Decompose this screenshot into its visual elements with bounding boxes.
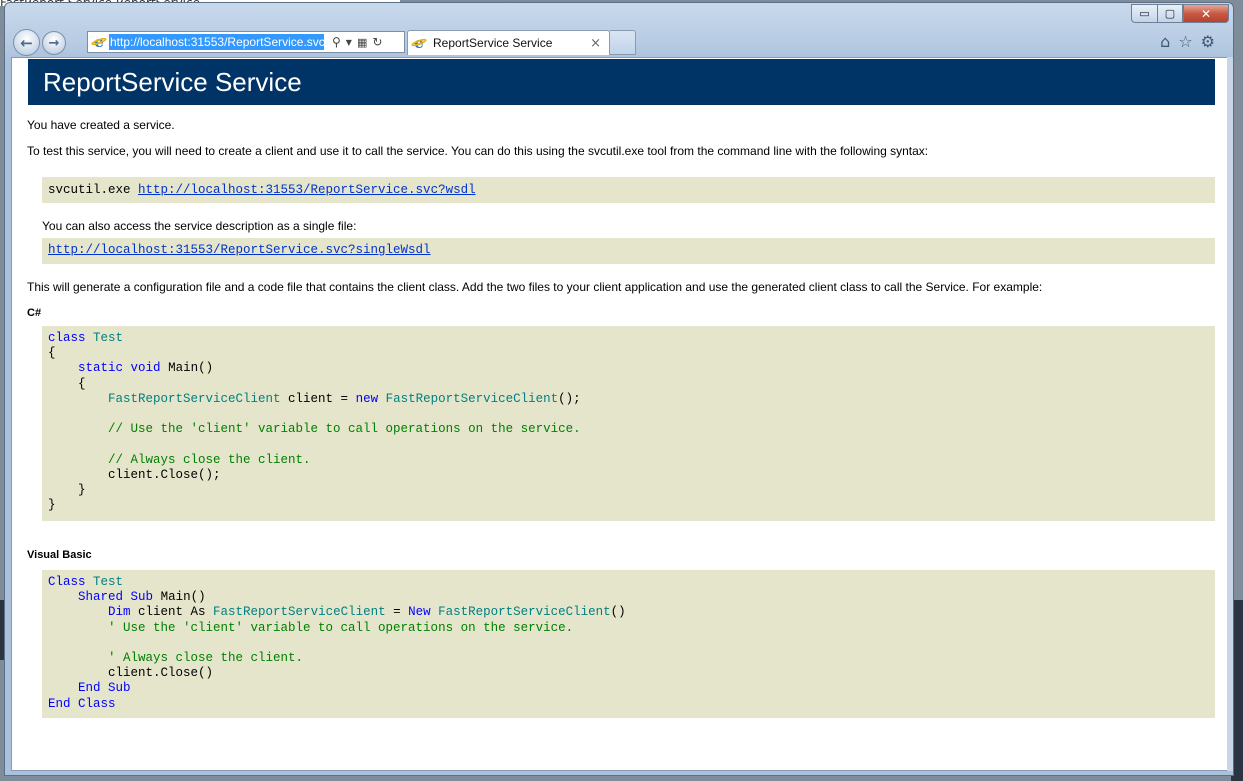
csharp-code-block: class Test { static void Main() { FastRe…: [42, 326, 1215, 521]
code-type: Test: [93, 575, 124, 589]
window-frame-edge: [1227, 57, 1233, 771]
code-text: client As: [130, 605, 214, 620]
code-text: ();: [558, 391, 581, 406]
code-comment: // Always close the client.: [48, 452, 311, 467]
code-line: {: [48, 376, 86, 391]
code-comment: ' Use the 'client' variable to call oper…: [48, 620, 574, 635]
page-content: ReportService Service You have created a…: [12, 58, 1227, 718]
minimize-button[interactable]: ▭: [1131, 4, 1157, 23]
tab-close-icon[interactable]: ×: [590, 36, 601, 51]
single-wsdl-code-block: http://localhost:31553/ReportService.svc…: [42, 238, 1215, 264]
close-window-button[interactable]: ✕: [1183, 4, 1229, 23]
navigation-bar: ← → e http://localhost:31553/ReportServi…: [11, 29, 1221, 57]
code-keyword: new: [355, 391, 379, 406]
code-text: Main(): [153, 590, 206, 605]
forward-button[interactable]: →: [42, 31, 66, 55]
new-tab-button[interactable]: [610, 30, 636, 55]
code-line: }: [48, 483, 86, 498]
tab-reportservice[interactable]: e ReportService Service ×: [407, 30, 610, 55]
ie-tab-icon: e: [411, 34, 427, 52]
back-button[interactable]: ←: [13, 29, 40, 56]
refresh-icon[interactable]: ↻: [372, 35, 382, 49]
maximize-button[interactable]: ▢: [1157, 4, 1183, 23]
code-keyword: Class: [48, 575, 86, 589]
svcutil-code-block: svcutil.exe http://localhost:31553/Repor…: [42, 177, 1215, 203]
code-line: {: [48, 346, 56, 361]
page-title: ReportService Service: [28, 59, 1215, 105]
favorites-star-icon[interactable]: ☆: [1178, 32, 1192, 51]
code-comment: ' Always close the client.: [48, 651, 304, 666]
visual-basic-label: Visual Basic: [27, 549, 92, 561]
code-text: =: [385, 605, 409, 620]
code-comment: // Use the 'client' variable to call ope…: [48, 422, 581, 437]
address-bar[interactable]: e http://localhost:31553/ReportService.s…: [87, 31, 405, 53]
ie-page-icon: e: [91, 33, 107, 51]
arrow-left-icon: ←: [20, 33, 33, 52]
code-line: }: [48, 498, 56, 513]
wsdl-link[interactable]: http://localhost:31553/ReportService.svc…: [138, 183, 476, 197]
tab-title: ReportService Service: [433, 36, 553, 50]
browser-window: ▭ ▢ ✕ ← → e http://localhost:31553/Repor…: [4, 2, 1234, 776]
single-wsdl-link[interactable]: http://localhost:31553/ReportService.svc…: [48, 243, 431, 257]
search-icon[interactable]: ⚲: [332, 35, 341, 49]
code-type: FastReportServiceClient: [438, 605, 611, 620]
intro-text: You have created a service.: [27, 118, 175, 132]
page-viewport: ReportService Service You have created a…: [11, 57, 1230, 771]
code-keyword: static: [78, 361, 124, 376]
vb-code-block: Class Test Shared Sub Main() Dim client …: [42, 570, 1215, 718]
url-input[interactable]: http://localhost:31553/ReportService.svc: [109, 34, 324, 50]
test-instructions-text: To test this service, you will need to c…: [27, 144, 929, 158]
code-keyword: Class: [78, 696, 116, 711]
code-keyword: End: [78, 681, 101, 696]
code-line: client.Close();: [48, 467, 221, 482]
generate-text: This will generate a configuration file …: [27, 280, 1043, 294]
code-keyword: New: [408, 605, 431, 620]
arrow-right-icon: →: [48, 35, 60, 51]
code-keyword: End: [48, 696, 71, 711]
home-icon[interactable]: ⌂: [1160, 32, 1170, 51]
code-line: client.Close(): [48, 666, 214, 681]
dropdown-icon[interactable]: ▼: [346, 38, 352, 47]
code-keyword: Sub: [108, 681, 131, 696]
code-keyword: void: [130, 361, 161, 376]
code-type: FastReportServiceClient: [108, 391, 281, 406]
code-type: FastReportServiceClient: [213, 605, 386, 620]
code-keyword: class: [48, 331, 86, 345]
gear-icon[interactable]: ⚙: [1201, 32, 1215, 51]
compatibility-view-icon[interactable]: ▦: [357, 36, 367, 49]
code-text: Main(): [160, 361, 214, 376]
csharp-label: C#: [27, 307, 42, 319]
code-type: FastReportServiceClient: [385, 391, 559, 406]
caption-buttons: ▭ ▢ ✕: [1131, 4, 1229, 23]
code-keyword: Sub: [130, 590, 154, 605]
code-type: Test: [93, 331, 124, 345]
code-text: client =: [280, 391, 356, 406]
code-text: (): [610, 605, 626, 620]
svcutil-command: svcutil.exe: [48, 183, 139, 197]
code-keyword: Shared: [78, 590, 124, 605]
single-file-text: You can also access the service descript…: [42, 219, 357, 233]
code-keyword: Dim: [108, 605, 131, 620]
